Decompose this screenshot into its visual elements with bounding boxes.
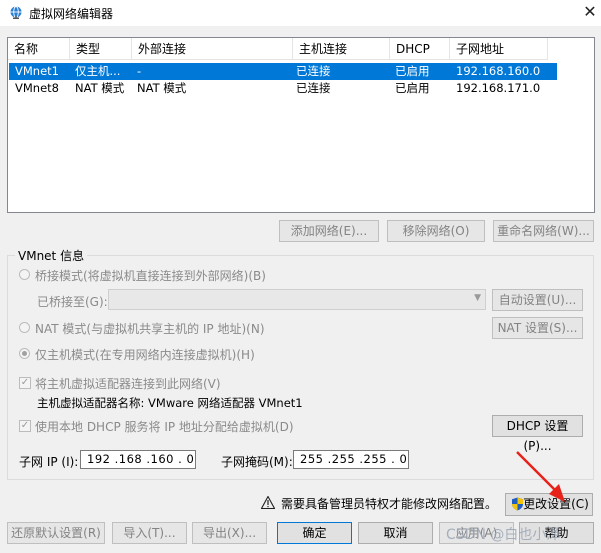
cell-host: 已连接 (296, 81, 331, 95)
cell-name: VMnet1 (15, 64, 59, 78)
column-header-external[interactable]: 外部连接 (132, 38, 293, 60)
bridge-mode-label: 桥接模式(将虚拟机直接连接到外部网络)(B) (35, 269, 266, 283)
connect-adapter-checkbox[interactable]: ✓ (19, 377, 31, 389)
dhcp-settings-button[interactable]: DHCP 设置(P)... (492, 415, 583, 453)
subnet-mask-label: 子网掩码(M): (221, 455, 293, 469)
cell-host: 已连接 (296, 64, 331, 78)
remove-network-button[interactable]: 移除网络(O) (387, 220, 485, 242)
column-header-host[interactable]: 主机连接 (293, 38, 390, 60)
cell-name: VMnet8 (15, 81, 59, 95)
network-list[interactable]: 名称 类型 外部连接 主机连接 DHCP 子网地址 VMnet1 仅主机... … (7, 37, 595, 213)
close-button[interactable]: ✕ (580, 2, 600, 22)
bridge-mode-radio[interactable] (19, 269, 30, 280)
column-header-name[interactable]: 名称 (8, 38, 70, 60)
ok-button[interactable]: 确定 (277, 522, 352, 544)
warning-icon (261, 496, 275, 509)
restore-defaults-button[interactable]: 还原默认设置(R) (7, 522, 105, 544)
column-header-dhcp[interactable]: DHCP (390, 38, 450, 60)
host-only-mode-radio[interactable] (19, 348, 30, 359)
red-arrow-annotation (516, 451, 565, 502)
cell-type: 仅主机... (75, 64, 121, 78)
cell-subnet: 192.168.171.0 (456, 81, 541, 95)
connect-adapter-label: 将主机虚拟适配器连接到此网络(V) (35, 377, 221, 391)
subnet-mask-input[interactable]: 255 .255 .255 . 0 (293, 450, 409, 469)
cell-external: NAT 模式 (137, 81, 187, 95)
cancel-button[interactable]: 取消 (358, 522, 433, 544)
cell-subnet: 192.168.160.0 (456, 64, 541, 78)
network-globe-icon (10, 6, 22, 19)
adapter-name-label: 主机虚拟适配器名称: VMware 网络适配器 VMnet1 (37, 396, 303, 410)
table-row[interactable]: VMnet1 仅主机... - 已连接 已启用 192.168.160.0 (9, 63, 557, 80)
cell-dhcp: 已启用 (395, 64, 430, 78)
dhcp-checkbox[interactable]: ✓ (19, 420, 31, 432)
bridged-to-label: 已桥接至(G): (37, 295, 108, 309)
watermark: CSDN @白也小泽 (446, 527, 561, 543)
subnet-ip-input[interactable]: 192 .168 .160 . 0 (80, 450, 196, 469)
chevron-down-icon: ▼ (474, 293, 481, 303)
nat-settings-button[interactable]: NAT 设置(S)... (492, 317, 583, 339)
window-title: 虚拟网络编辑器 (29, 7, 114, 21)
table-row[interactable]: VMnet8 NAT 模式 NAT 模式 已连接 已启用 192.168.171… (9, 80, 557, 97)
auto-settings-button[interactable]: 自动设置(U)... (492, 289, 583, 311)
title-bar: 虚拟网络编辑器 ✕ (0, 0, 601, 26)
nat-mode-label: NAT 模式(与虚拟机共享主机的 IP 地址)(N) (35, 322, 265, 336)
dhcp-label: 使用本地 DHCP 服务将 IP 地址分配给虚拟机(D) (35, 420, 294, 434)
admin-warning-text: 需要具备管理员特权才能修改网络配置。 (281, 497, 498, 511)
cell-external: - (137, 64, 142, 78)
import-button[interactable]: 导入(T)... (112, 522, 187, 544)
bridged-to-select[interactable]: ▼ (108, 289, 486, 310)
rename-network-button[interactable]: 重命名网络(W)... (493, 220, 594, 242)
subnet-ip-label: 子网 IP (I): (19, 455, 79, 469)
nat-mode-radio[interactable] (19, 322, 30, 333)
export-button[interactable]: 导出(X)... (192, 522, 267, 544)
column-header-type[interactable]: 类型 (70, 38, 132, 60)
column-header-subnet[interactable]: 子网地址 (450, 38, 548, 60)
host-only-mode-label: 仅主机模式(在专用网络内连接虚拟机)(H) (35, 348, 255, 362)
cell-type: NAT 模式 (75, 81, 125, 95)
add-network-button[interactable]: 添加网络(E)... (279, 220, 379, 242)
group-title: VMnet 信息 (15, 247, 88, 264)
cell-dhcp: 已启用 (395, 81, 430, 95)
